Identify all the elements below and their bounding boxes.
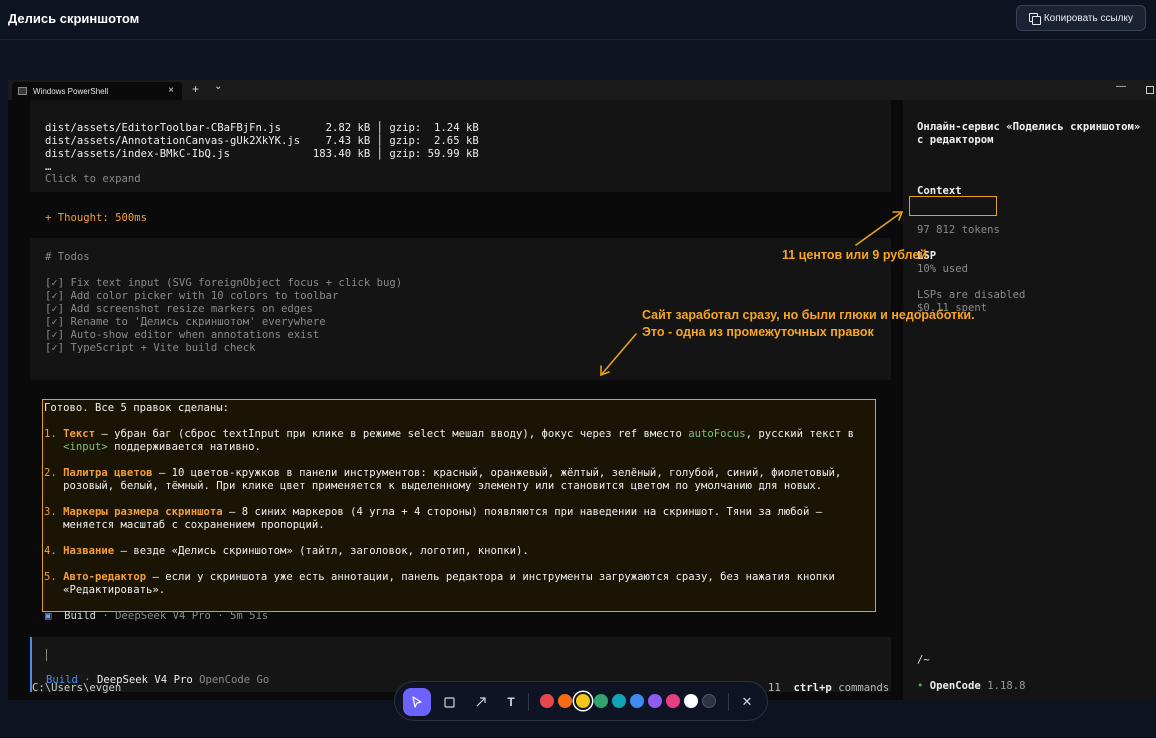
minimize-icon[interactable]: —	[1116, 81, 1126, 92]
build-square-icon: ▣	[45, 610, 52, 622]
rectangle-tool-button[interactable]	[435, 688, 463, 716]
color-swatch[interactable]	[648, 694, 662, 708]
todo-item: [✓] Add screenshot resize markers on edg…	[45, 303, 313, 315]
copy-icon	[1028, 13, 1041, 25]
tab-title: Windows PowerShell	[33, 86, 109, 96]
session-title: Онлайн-сервис «Поделись скриншотом» с ред…	[917, 121, 1141, 146]
top-bar: Делись скриншотом Копировать ссылку	[0, 0, 1156, 40]
todo-item: [✓] Add color picker with 10 colors to t…	[45, 290, 339, 302]
text-tool-button[interactable]: T	[497, 688, 525, 716]
color-swatch[interactable]	[684, 694, 698, 708]
todo-item: [✓] Fix text input (SVG foreignObject fo…	[45, 277, 403, 289]
build-line: dist/assets/AnnotationCanvas-gUk2XkYK.js…	[45, 135, 479, 147]
select-tool-button[interactable]	[403, 688, 431, 716]
todo-item: [✓] TypeScript + Vite build check	[45, 342, 256, 354]
lsp-label: LSP	[917, 250, 937, 262]
rectangle-icon	[443, 696, 455, 708]
color-swatch[interactable]	[702, 694, 716, 708]
answer-item-1: 1. Текст — убран баг (сброс textInput пр…	[44, 428, 855, 440]
terminal-tab[interactable]: Windows PowerShell ×	[12, 82, 182, 100]
new-tab-icon[interactable]: +	[192, 82, 199, 96]
build-status: ▣ Build · DeepSeek V4 Pro · 5m 51s	[45, 610, 269, 622]
maximize-icon[interactable]	[1146, 86, 1154, 94]
answer-intro: Готово. Все 5 правок сделаны:	[44, 402, 229, 414]
color-swatch[interactable]	[612, 694, 626, 708]
color-swatch[interactable]	[540, 694, 554, 708]
version-info: • OpenCode 1.18.8	[917, 680, 1026, 692]
color-swatch[interactable]	[558, 694, 572, 708]
status-dot-icon: •	[917, 680, 924, 692]
select-arrow-icon	[412, 696, 422, 708]
annotation-toolbar: T ✕	[394, 681, 768, 721]
arrow-tool-button[interactable]	[467, 688, 495, 716]
sidebar-cwd: /~	[917, 654, 930, 666]
annotation-rectangle-cost[interactable]	[909, 196, 997, 216]
annotation-text-main[interactable]: Сайт заработал сразу, но были глюки и не…	[642, 307, 975, 341]
chevron-down-icon[interactable]: ⌄	[214, 81, 222, 92]
thought-line[interactable]: + Thought: 500ms	[45, 212, 147, 225]
powershell-icon	[18, 87, 27, 95]
text-cursor	[46, 649, 47, 661]
cwd-path: C:\Users\evgen	[32, 682, 122, 694]
todos-title: # Todos	[45, 251, 90, 263]
color-swatch[interactable]	[630, 694, 644, 708]
build-output-block[interactable]: dist/assets/EditorToolbar-CBaFBjFn.js 2.…	[30, 100, 891, 192]
todo-item: [✓] Rename to 'Делись скриншотом' everyw…	[45, 316, 326, 328]
copy-link-label: Копировать ссылку	[1043, 12, 1133, 24]
color-swatch[interactable]	[594, 694, 608, 708]
annotation-text-cost[interactable]: 11 центов или 9 рублей	[782, 247, 927, 264]
commands-hint: 11 ctrl+p commands	[768, 682, 890, 694]
todo-item: [✓] Auto-show editor when annotations ex…	[45, 329, 320, 341]
build-output: dist/assets/EditorToolbar-CBaFBjFn.js 2.…	[45, 109, 479, 174]
screenshot-canvas[interactable]: Windows PowerShell × + ⌄ — dist/assets/E…	[8, 80, 1156, 700]
expand-hint[interactable]: Click to expand	[45, 173, 141, 186]
answer-item-4: 4. Название — везде «Делись скриншотом» …	[44, 545, 529, 557]
terminal-tab-bar: Windows PowerShell × + ⌄ —	[8, 80, 1156, 100]
copy-link-button[interactable]: Копировать ссылку	[1015, 5, 1146, 31]
answer-item-3: 3. Маркеры размера скриншота — 8 синих м…	[44, 506, 823, 518]
answer-item-2: 2. Палитра цветов — 10 цветов-кружков в …	[44, 467, 842, 479]
color-swatch[interactable]	[666, 694, 680, 708]
todos-list: [✓] Fix text input (SVG foreignObject fo…	[45, 277, 402, 355]
close-toolbar-button[interactable]: ✕	[733, 688, 761, 716]
build-line: dist/assets/index-BMkC-IbQ.js 183.40 kB …	[45, 148, 479, 160]
answer-item-5: 5. Авто-редактор — если у скриншота уже …	[44, 571, 835, 583]
terminal-main: dist/assets/EditorToolbar-CBaFBjFn.js 2.…	[8, 100, 903, 700]
session-sidebar: Онлайн-сервис «Поделись скриншотом» с ред…	[903, 100, 1156, 700]
lsp-status: LSPs are disabled	[917, 289, 1026, 301]
page-title: Делись скриншотом	[8, 11, 140, 26]
toolbar-divider	[728, 693, 729, 711]
toolbar-divider	[528, 693, 529, 711]
color-swatch[interactable]	[576, 694, 590, 708]
tab-close-icon[interactable]: ×	[168, 85, 174, 96]
arrow-icon	[476, 697, 486, 707]
build-line: dist/assets/EditorToolbar-CBaFBjFn.js 2.…	[45, 122, 479, 134]
answer-highlight-box: Готово. Все 5 правок сделаны: 1. Текст —…	[42, 399, 876, 612]
